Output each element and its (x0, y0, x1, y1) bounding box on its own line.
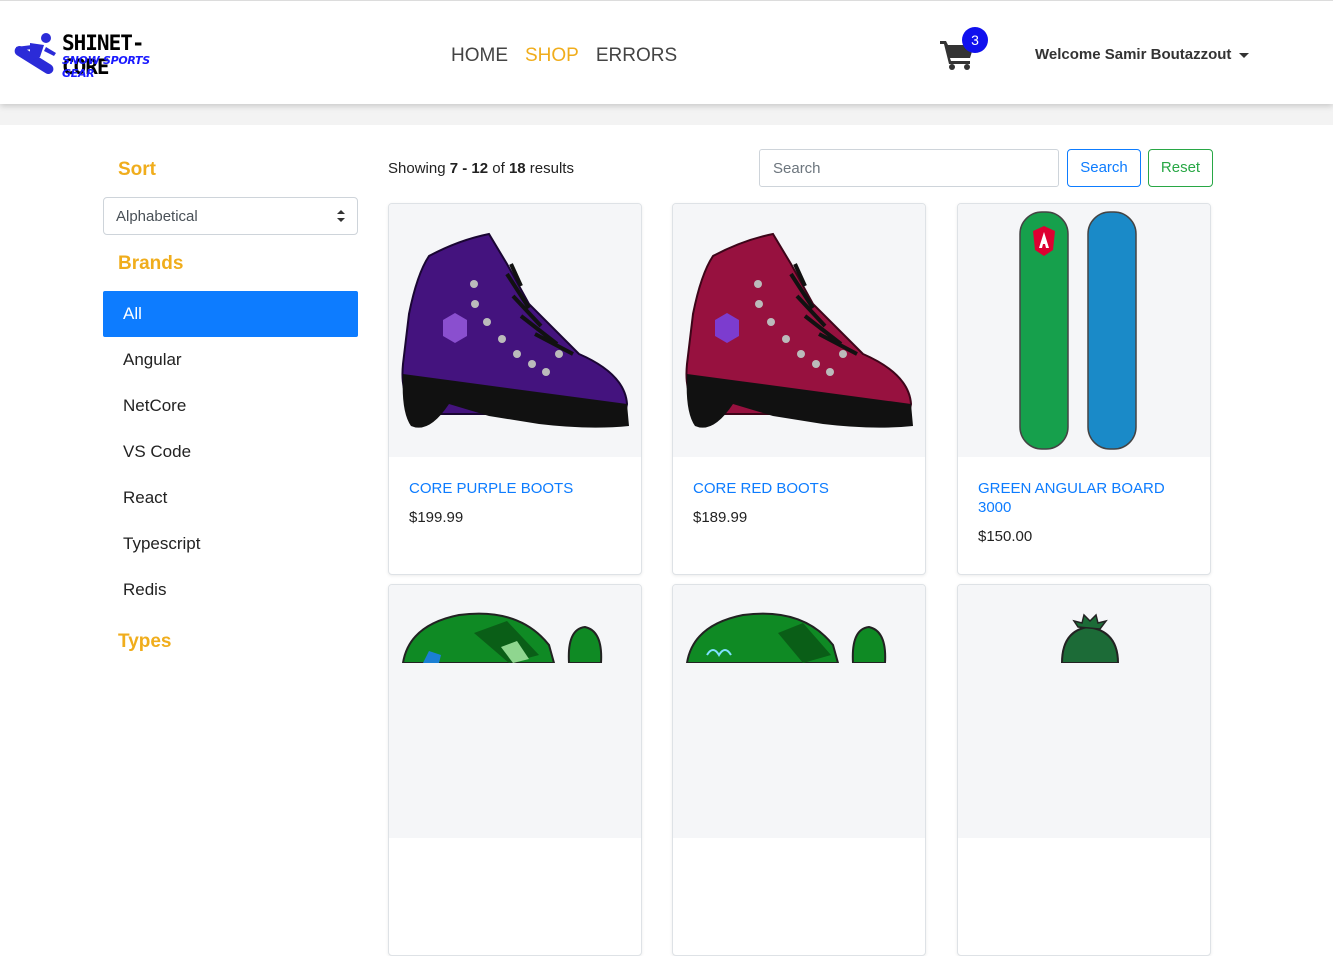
navbar: SHINET-CORE SNOW SPORTS GEAR HOME SHOP E… (0, 0, 1333, 104)
nav-shop[interactable]: SHOP (525, 45, 579, 67)
product-image[interactable] (958, 585, 1210, 838)
brands-heading: Brands (118, 253, 184, 274)
brand-item-netcore[interactable]: NetCore (103, 383, 358, 429)
sort-heading: Sort (118, 159, 156, 180)
product-price: $199.99 (409, 509, 464, 526)
brand-item-vscode[interactable]: VS Code (103, 429, 358, 475)
product-name[interactable]: GREEN ANGULAR BOARD 3000 (978, 479, 1193, 517)
product-image[interactable] (389, 585, 641, 838)
select-arrows-icon (337, 210, 345, 222)
search-button[interactable]: Search (1067, 149, 1141, 187)
green-glove-icon (685, 612, 887, 663)
logo-subtitle: SNOW SPORTS GEAR (62, 54, 150, 80)
caret-down-icon (1239, 52, 1250, 58)
product-image[interactable] (958, 204, 1210, 457)
brand-list: All Angular NetCore VS Code React Typesc… (103, 291, 358, 613)
snowboard-icon (1019, 211, 1137, 450)
main-nav: HOME SHOP ERRORS (451, 45, 694, 67)
sort-selected-value: Alphabetical (116, 208, 198, 225)
brand-item-typescript[interactable]: Typescript (103, 521, 358, 567)
search-input[interactable] (759, 149, 1059, 187)
product-card[interactable]: CORE PURPLE BOOTS $199.99 (388, 203, 642, 575)
header-spacer (0, 104, 1333, 125)
snowboarder-icon (14, 33, 56, 75)
product-card[interactable] (388, 584, 642, 956)
sort-select[interactable]: Alphabetical (103, 197, 358, 235)
results-summary: Showing 7 - 12 of 18 results (388, 160, 574, 177)
product-image[interactable] (389, 204, 641, 457)
results-total: 18 (508, 160, 526, 177)
types-heading: Types (118, 631, 172, 652)
product-image[interactable] (673, 204, 925, 457)
green-hat-icon (1060, 613, 1120, 663)
purple-boot-icon (401, 232, 629, 428)
cart-count-badge: 3 (962, 27, 988, 53)
product-card[interactable]: CORE RED BOOTS $189.99 (672, 203, 926, 575)
red-boot-icon (685, 232, 913, 428)
green-glove-icon (401, 612, 603, 663)
brand-item-angular[interactable]: Angular (103, 337, 358, 383)
nav-home[interactable]: HOME (451, 45, 508, 67)
product-name[interactable]: CORE RED BOOTS (693, 479, 908, 498)
product-price: $150.00 (978, 528, 1033, 545)
product-card[interactable] (672, 584, 926, 956)
brand-item-redis[interactable]: Redis (103, 567, 358, 613)
welcome-text: Welcome Samir Boutazzout (1035, 46, 1232, 63)
brand-item-react[interactable]: React (103, 475, 358, 521)
brand-item-all[interactable]: All (103, 291, 358, 337)
nav-errors[interactable]: ERRORS (596, 45, 677, 67)
product-price: $189.99 (693, 509, 748, 526)
results-range: 7 - 12 (449, 160, 489, 177)
user-menu[interactable]: Welcome Samir Boutazzout (1035, 46, 1250, 63)
product-card[interactable] (957, 584, 1211, 956)
product-name[interactable]: CORE PURPLE BOOTS (409, 479, 624, 498)
brand-logo[interactable]: SHINET-CORE SNOW SPORTS GEAR (10, 31, 182, 80)
product-card[interactable]: GREEN ANGULAR BOARD 3000 $150.00 (957, 203, 1211, 575)
reset-button[interactable]: Reset (1148, 149, 1213, 187)
product-image[interactable] (673, 585, 925, 838)
